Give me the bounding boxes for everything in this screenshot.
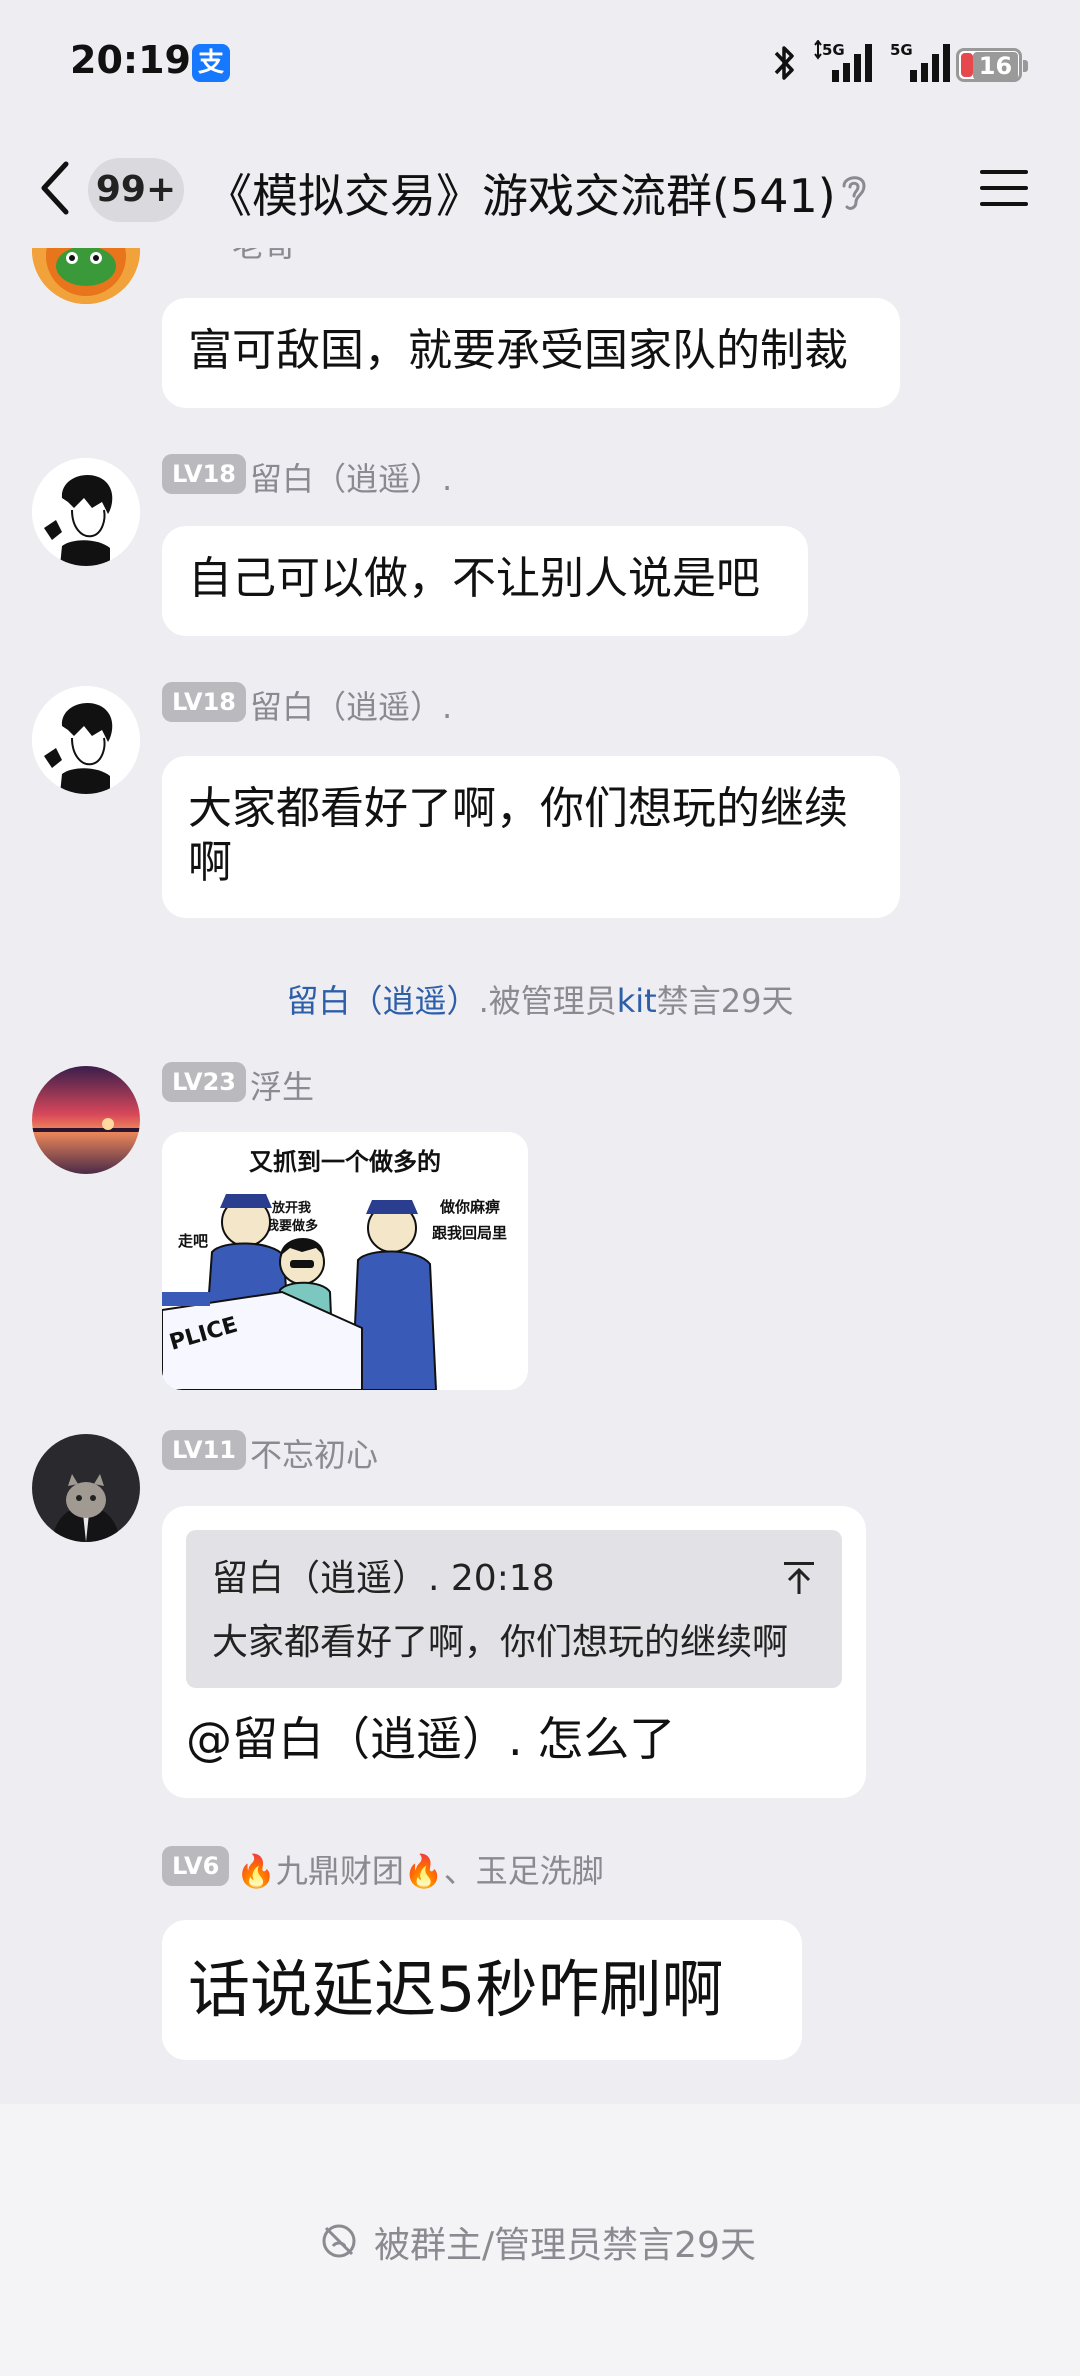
system-message-text: .被管理员: [478, 982, 617, 1020]
level-badge: LV6: [162, 1846, 230, 1886]
message-bubble[interactable]: 自己可以做，不让别人说是吧: [162, 526, 808, 636]
admin-link[interactable]: kit: [617, 982, 657, 1020]
system-message-suffix: 禁言29天: [656, 982, 794, 1020]
network-label-1: 5G: [822, 41, 845, 59]
back-icon[interactable]: [36, 158, 76, 218]
sticker-image[interactable]: 又抓到一个做多的 走吧 放开我 我要做多 做你麻痹 跟我回局里 PLICE: [162, 1132, 528, 1390]
nickname: 老哥: [232, 248, 296, 266]
reply-bubble[interactable]: 留白（逍遥）. 20:18 大家都看好了啊，你们想玩的继续啊 @留白（逍遥）. …: [162, 1506, 866, 1798]
quoted-message[interactable]: 留白（逍遥）. 20:18 大家都看好了啊，你们想玩的继续啊: [186, 1530, 842, 1688]
nickname[interactable]: 留白（逍遥）.: [250, 682, 452, 728]
alipay-icon: 支: [192, 44, 230, 82]
battery-level: 16: [973, 52, 1018, 80]
ear-icon[interactable]: [838, 170, 870, 214]
sticker-caption: 又抓到一个做多的: [249, 1148, 441, 1176]
nickname[interactable]: 不忘初心: [250, 1430, 378, 1476]
system-message: 留白（逍遥）.被管理员kit禁言29天: [0, 976, 1080, 1022]
message-text-line: 大家都看好了啊，你们想玩的继续: [188, 783, 848, 834]
avatar[interactable]: [32, 248, 140, 304]
signal-icon: 5G: [814, 40, 872, 82]
avatar[interactable]: [32, 1434, 140, 1542]
level-badge: LV11: [162, 1430, 246, 1470]
level-badge: LV23: [162, 1062, 246, 1102]
avatar[interactable]: [32, 686, 140, 794]
avatar[interactable]: [32, 458, 140, 566]
sticker-label-left: 走吧: [178, 1232, 208, 1250]
message-bubble[interactable]: 话说延迟5秒咋刷啊: [162, 1920, 802, 2060]
network-label-2: 5G: [890, 41, 913, 59]
quote-text: 大家都看好了啊，你们想玩的继续啊: [212, 1622, 789, 1663]
status-bar: 20:19 支 5G 5G 16: [0, 0, 1080, 130]
nickname[interactable]: 🔥九鼎财团🔥、玉足洗脚: [236, 1846, 604, 1892]
chat-header: 99+ 《模拟交易》游戏交流群(541): [0, 130, 1080, 248]
message-text-line: 啊: [188, 837, 232, 888]
muted-user-link[interactable]: 留白（逍遥）: [287, 982, 479, 1020]
quote-up-icon[interactable]: [782, 1560, 816, 1596]
nickname[interactable]: 留白（逍遥）.: [250, 454, 452, 500]
group-title[interactable]: 《模拟交易》游戏交流群(541): [206, 160, 836, 226]
battery-icon: 16: [956, 48, 1028, 82]
quote-header: 留白（逍遥）. 20:18: [212, 1558, 555, 1599]
bluetooth-icon: [774, 46, 794, 80]
level-badge: LV18: [162, 682, 246, 722]
unread-count-badge[interactable]: 99+: [88, 158, 184, 222]
sticker-label-right-1: 做你麻痹: [439, 1198, 500, 1216]
signal-icon: 5G: [890, 41, 950, 82]
chat-area[interactable]: 老哥 富可敌国，就要承受国家队的制裁 LV18 留白（逍遥）. 自己可以做，不让…: [0, 248, 1080, 2104]
sticker-label-middle-2: 我要做多: [266, 1218, 318, 1234]
mute-icon: [322, 2224, 356, 2258]
muted-status-text: 被群主/管理员禁言29天: [374, 2225, 756, 2266]
nickname[interactable]: 浮生: [250, 1062, 314, 1108]
status-time: 20:19: [70, 38, 191, 82]
sticker-label-right-2: 跟我回局里: [432, 1224, 507, 1242]
reply-text: @留白（逍遥）. 怎么了: [186, 1712, 676, 1766]
avatar[interactable]: [32, 1066, 140, 1174]
message-bubble[interactable]: 大家都看好了啊，你们想玩的继续 啊: [162, 756, 900, 918]
level-badge: LV18: [162, 454, 246, 494]
menu-icon[interactable]: [978, 164, 1030, 212]
message-bubble[interactable]: 富可敌国，就要承受国家队的制裁: [162, 298, 900, 408]
muted-footer: 被群主/管理员禁言29天: [0, 2104, 1080, 2376]
sticker-label-middle-1: 放开我: [271, 1200, 311, 1216]
